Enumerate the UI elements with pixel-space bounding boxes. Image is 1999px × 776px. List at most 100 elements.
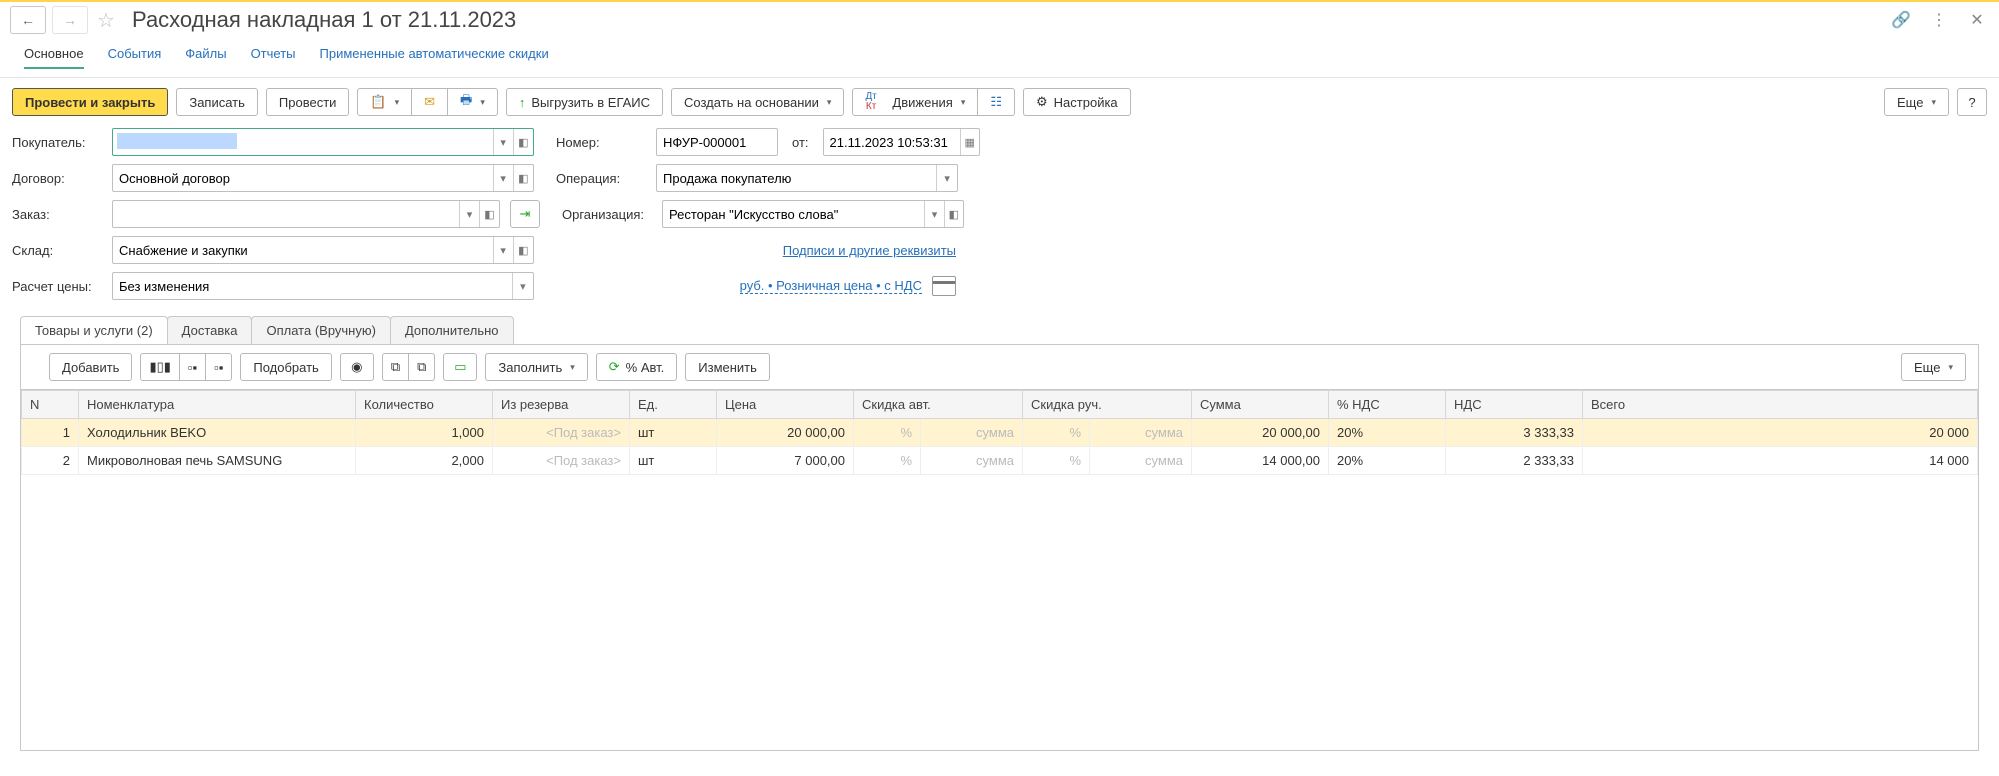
back-button[interactable]: ← (10, 6, 46, 34)
cell-nomenclature[interactable]: Микроволновая печь SAMSUNG (79, 447, 356, 475)
col-qty[interactable]: Количество (356, 391, 493, 419)
post-and-close-button[interactable]: Провести и закрыть (12, 88, 168, 116)
contract-input[interactable] (113, 165, 493, 191)
col-vat-pct[interactable]: % НДС (1329, 391, 1446, 419)
post-button[interactable]: Провести (266, 88, 350, 116)
org-input[interactable] (663, 201, 924, 227)
cell-vat[interactable]: 3 333,33 (1446, 419, 1583, 447)
price-type-link[interactable]: руб. • Розничная цена • с НДС (740, 278, 922, 294)
cell-total[interactable]: 20 000 (1583, 419, 1978, 447)
col-disc-auto[interactable]: Скидка авт. (854, 391, 1023, 419)
dropdown-icon[interactable]: ▾ (493, 165, 513, 191)
cell-vat-pct[interactable]: 20% (1329, 419, 1446, 447)
cell-n[interactable]: 1 (22, 419, 79, 447)
table-row[interactable]: 1Холодильник BEKO1,000<Под заказ>шт20 00… (22, 419, 1978, 447)
card-icon[interactable] (932, 276, 956, 296)
cell-reserve[interactable]: <Под заказ> (493, 419, 630, 447)
close-icon[interactable]: ✕ (1965, 8, 1989, 32)
operation-input[interactable] (657, 165, 936, 191)
dropdown-icon[interactable]: ▾ (924, 201, 943, 227)
tab-payment[interactable]: Оплата (Вручную) (251, 316, 390, 344)
view-button[interactable]: ◉ (340, 353, 374, 381)
add-button[interactable]: Добавить (49, 353, 132, 381)
flag-green-button[interactable]: ▫▪ (180, 353, 206, 381)
nav-tab-reports[interactable]: Отчеты (251, 46, 296, 69)
cell-price[interactable]: 7 000,00 (717, 447, 854, 475)
kebab-icon[interactable]: ⋮ (1927, 8, 1951, 32)
col-disc-man[interactable]: Скидка руч. (1023, 391, 1192, 419)
date-field[interactable]: ▦ (823, 128, 980, 156)
egais-button[interactable]: ↑Выгрузить в ЕГАИС (506, 88, 663, 116)
col-n[interactable]: N (22, 391, 79, 419)
cell-unit[interactable]: шт (630, 447, 717, 475)
save-button[interactable]: Записать (176, 88, 258, 116)
cell-unit[interactable]: шт (630, 419, 717, 447)
dropdown-icon[interactable]: ▾ (936, 165, 957, 191)
price-calc-input[interactable] (113, 273, 512, 299)
cell-disc-man-pct[interactable]: % (1023, 419, 1090, 447)
dropdown-icon[interactable]: ▾ (493, 237, 513, 263)
calendar-icon[interactable]: ▦ (960, 129, 979, 155)
table-more-button[interactable]: Еще▾ (1901, 353, 1966, 381)
cell-nomenclature[interactable]: Холодильник BEKO (79, 419, 356, 447)
price-calc-field[interactable]: ▾ (112, 272, 534, 300)
buyer-input[interactable] (113, 129, 493, 155)
open-icon[interactable]: ◧ (513, 237, 533, 263)
paste-rows-button[interactable]: ⧉ (409, 353, 435, 381)
open-icon[interactable]: ◧ (944, 201, 963, 227)
col-reserve[interactable]: Из резерва (493, 391, 630, 419)
favorite-icon[interactable]: ☆ (94, 8, 118, 32)
movements-button[interactable]: ДтКт Движения▾ (852, 88, 978, 116)
mail-button[interactable]: ✉ (412, 88, 448, 116)
open-icon[interactable]: ◧ (513, 129, 533, 155)
col-total[interactable]: Всего (1583, 391, 1978, 419)
help-button[interactable]: ? (1957, 88, 1987, 116)
create-based-button[interactable]: Создать на основании▾ (671, 88, 844, 116)
col-vat[interactable]: НДС (1446, 391, 1583, 419)
cell-total[interactable]: 14 000 (1583, 447, 1978, 475)
warehouse-field[interactable]: ▾◧ (112, 236, 534, 264)
movements-aux-button[interactable]: ☷ (978, 88, 1015, 116)
table-row[interactable]: 2Микроволновая печь SAMSUNG2,000<Под зак… (22, 447, 1978, 475)
link-icon[interactable]: 🔗 (1889, 8, 1913, 32)
col-sum[interactable]: Сумма (1192, 391, 1329, 419)
cell-n[interactable]: 2 (22, 447, 79, 475)
cell-price[interactable]: 20 000,00 (717, 419, 854, 447)
date-input[interactable] (824, 129, 960, 155)
cell-qty[interactable]: 1,000 (356, 419, 493, 447)
operation-field[interactable]: ▾ (656, 164, 958, 192)
buyer-field[interactable]: ▾ ◧ (112, 128, 534, 156)
col-price[interactable]: Цена (717, 391, 854, 419)
print-button[interactable]: 🖶▾ (448, 88, 498, 116)
copy-button[interactable]: ⧉ (382, 353, 409, 381)
number-field[interactable] (656, 128, 778, 156)
tab-goods[interactable]: Товары и услуги (2) (20, 316, 168, 344)
dropdown-icon[interactable]: ▾ (459, 201, 479, 227)
nav-tab-events[interactable]: События (108, 46, 162, 69)
cell-disc-auto-sum[interactable]: сумма (921, 419, 1023, 447)
tab-delivery[interactable]: Доставка (167, 316, 253, 344)
fill-button[interactable]: Заполнить▾ (485, 353, 587, 381)
more-button[interactable]: Еще▾ (1884, 88, 1949, 116)
cell-disc-auto-sum[interactable]: сумма (921, 447, 1023, 475)
open-icon[interactable]: ◧ (479, 201, 499, 227)
paste-button[interactable]: 📋▾ (357, 88, 412, 116)
cell-sum[interactable]: 20 000,00 (1192, 419, 1329, 447)
tab-extra[interactable]: Дополнительно (390, 316, 514, 344)
flag-red-button[interactable]: ▫▪ (206, 353, 232, 381)
pct-auto-button[interactable]: ⟳% Авт. (596, 353, 678, 381)
nav-tab-files[interactable]: Файлы (185, 46, 226, 69)
cell-disc-man-pct[interactable]: % (1023, 447, 1090, 475)
cell-reserve[interactable]: <Под заказ> (493, 447, 630, 475)
order-input[interactable] (113, 201, 459, 227)
cell-disc-man-sum[interactable]: сумма (1090, 447, 1192, 475)
forward-button[interactable]: → (52, 6, 88, 34)
number-input[interactable] (657, 129, 777, 155)
order-pick-button[interactable]: ⇥ (510, 200, 540, 228)
nav-tab-main[interactable]: Основное (24, 46, 84, 69)
org-field[interactable]: ▾◧ (662, 200, 964, 228)
cell-vat[interactable]: 2 333,33 (1446, 447, 1583, 475)
barcode-button[interactable]: ▮▯▮ (140, 353, 179, 381)
signatures-link[interactable]: Подписи и другие реквизиты (783, 243, 956, 258)
col-nomenclature[interactable]: Номенклатура (79, 391, 356, 419)
